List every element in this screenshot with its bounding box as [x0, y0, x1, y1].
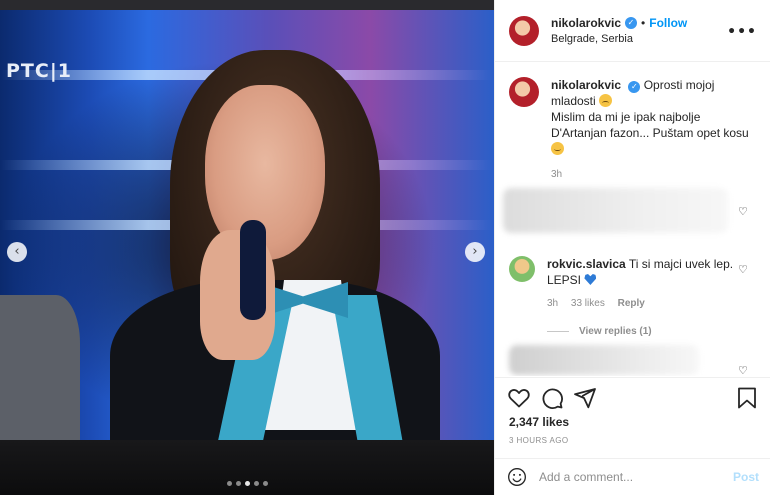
- comment: rokvic.slavica Ti si majci uvek lep. LEP…: [509, 256, 737, 312]
- tv-channel-logo: PTC|1: [6, 60, 72, 82]
- blurred-comment: [509, 345, 699, 375]
- carousel-dot: [262, 481, 268, 486]
- view-replies-button[interactable]: View replies (1): [547, 326, 652, 337]
- header-meta: nikolarokvic ✓ • Follow Belgrade, Serbia: [551, 16, 687, 45]
- carousel-dot: [244, 481, 250, 486]
- comment-like-heart-icon[interactable]: ♡: [738, 365, 749, 376]
- post-photo[interactable]: PTC|1 ‹ ›: [0, 0, 494, 495]
- sad-emoji-icon: [599, 94, 613, 107]
- comment-icon[interactable]: [540, 386, 564, 410]
- post-side-panel: nikolarokvic ✓ • Follow Belgrade, Serbia…: [494, 0, 770, 495]
- emoji-picker-icon[interactable]: [507, 467, 527, 487]
- tv-bezel: [0, 440, 494, 495]
- bookmark-icon[interactable]: [735, 386, 759, 410]
- carousel-dots: [0, 481, 494, 486]
- comment-like-heart-icon[interactable]: ♡: [738, 264, 749, 275]
- separator: •: [641, 16, 646, 30]
- comment-meta: 3h 33 likes Reply: [547, 296, 737, 312]
- caption: nikolarokvic ✓ Oprosti mojoj mladosti Mi…: [509, 77, 751, 183]
- blue-heart-emoji-icon: [584, 274, 597, 285]
- avatar[interactable]: [509, 77, 539, 107]
- post-button[interactable]: Post: [733, 470, 759, 484]
- header-username[interactable]: nikolarokvic: [551, 16, 621, 30]
- verified-badge-icon: ✓: [628, 81, 641, 93]
- add-comment-bar: Post: [495, 458, 770, 495]
- comment-likes[interactable]: 33 likes: [571, 298, 605, 309]
- avatar[interactable]: [509, 15, 539, 46]
- post-timestamp: 3 HOURS AGO: [509, 436, 569, 445]
- like-count[interactable]: 2,347 likes: [509, 415, 569, 429]
- caption-timestamp: 3h: [551, 169, 563, 180]
- view-replies-label: View replies (1): [579, 326, 652, 337]
- carousel-dot: [226, 481, 232, 486]
- microphone: [240, 220, 266, 320]
- divider: [547, 331, 569, 332]
- carousel-dot: [235, 481, 241, 486]
- carousel-next-button[interactable]: ›: [465, 242, 485, 262]
- verified-badge-icon: ✓: [625, 17, 638, 29]
- caption-username[interactable]: nikolarokvic: [551, 78, 621, 92]
- blurred-comment: [503, 188, 728, 233]
- heart-icon[interactable]: [507, 386, 531, 410]
- grin-emoji-icon: [551, 142, 564, 155]
- carousel-prev-button[interactable]: ‹: [7, 242, 27, 262]
- reply-button[interactable]: Reply: [618, 298, 645, 309]
- avatar[interactable]: [509, 256, 535, 282]
- caption-body: Mislim da mi je ipak najbolje D'Artanjan…: [551, 110, 749, 140]
- location-link[interactable]: Belgrade, Serbia: [551, 33, 687, 45]
- share-icon[interactable]: [573, 386, 597, 410]
- comments-section: nikolarokvic ✓ Oprosti mojoj mladosti Mi…: [495, 63, 770, 376]
- follow-button[interactable]: Follow: [649, 16, 687, 30]
- post-header: nikolarokvic ✓ • Follow Belgrade, Serbia…: [495, 0, 770, 62]
- comment-username[interactable]: rokvic.slavica: [547, 257, 626, 271]
- comment-like-heart-icon[interactable]: ♡: [738, 206, 749, 217]
- more-options-icon[interactable]: •••: [727, 24, 757, 40]
- post-actions: 2,347 likes 3 HOURS AGO: [495, 377, 770, 457]
- background-person: [0, 295, 80, 455]
- comment-timestamp: 3h: [547, 298, 559, 309]
- tv-screen: PTC|1: [0, 10, 494, 470]
- comment-input[interactable]: [539, 470, 719, 484]
- carousel-dot: [253, 481, 259, 486]
